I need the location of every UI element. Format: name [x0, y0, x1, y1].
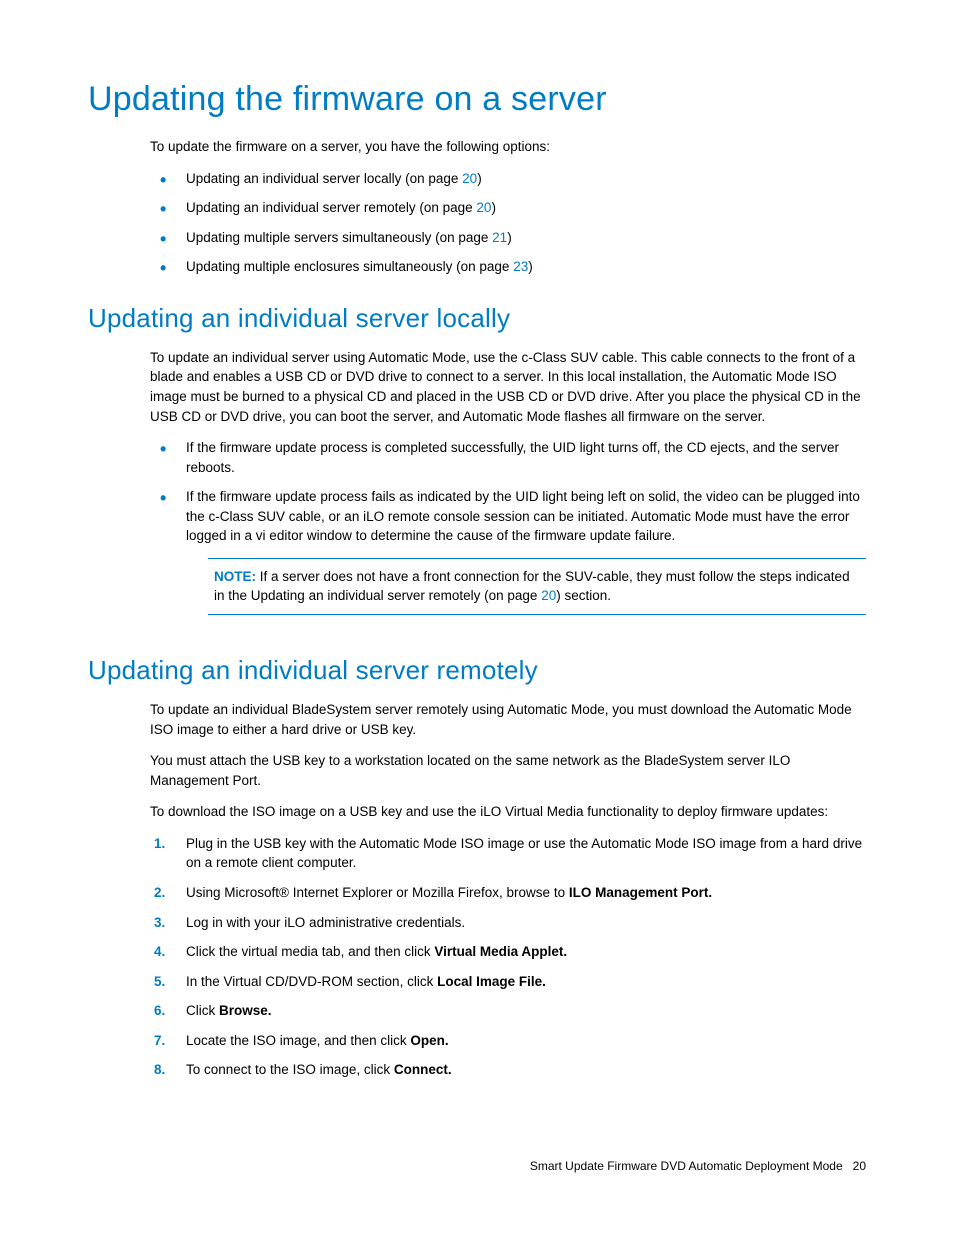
step-item: In the Virtual CD/DVD-ROM section, click…: [150, 972, 866, 992]
page-link[interactable]: 20: [541, 588, 556, 603]
step-text: Click the virtual media tab, and then cl…: [186, 944, 434, 959]
document-page: Updating the firmware on a server To upd…: [0, 0, 954, 1235]
step-item: Click the virtual media tab, and then cl…: [150, 942, 866, 962]
note-callout: NOTE: If a server does not have a front …: [208, 558, 866, 615]
note-text-post: ) section.: [556, 588, 611, 603]
step-text: In the Virtual CD/DVD-ROM section, click: [186, 974, 437, 989]
footer-page-number: 20: [853, 1159, 866, 1173]
section-heading-local: Updating an individual server locally: [88, 303, 866, 334]
li-text: Updating multiple servers simultaneously…: [186, 230, 492, 245]
page-title-h1: Updating the firmware on a server: [88, 80, 866, 119]
note-text-pre: If a server does not have a front connec…: [214, 569, 850, 604]
step-text: Log in with your iLO administrative cred…: [186, 915, 465, 930]
section-paragraph: To update an individual BladeSystem serv…: [150, 700, 866, 739]
page-footer: Smart Update Firmware DVD Automatic Depl…: [530, 1159, 866, 1173]
step-bold: Local Image File.: [437, 974, 546, 989]
list-item: Updating multiple enclosures simultaneou…: [150, 257, 866, 277]
li-text-post: ): [528, 259, 533, 274]
li-text-post: ): [477, 171, 482, 186]
step-bold: Virtual Media Applet.: [434, 944, 567, 959]
step-text: Using Microsoft® Internet Explorer or Mo…: [186, 885, 569, 900]
list-item: Updating an individual server remotely (…: [150, 198, 866, 218]
step-bold: ILO Management Port.: [569, 885, 712, 900]
list-item: Updating an individual server locally (o…: [150, 169, 866, 189]
step-bold: Open.: [410, 1033, 448, 1048]
page-link[interactable]: 21: [492, 230, 507, 245]
step-bold: Browse.: [219, 1003, 272, 1018]
li-text: Updating an individual server locally (o…: [186, 171, 462, 186]
li-text-post: ): [507, 230, 512, 245]
footer-text: Smart Update Firmware DVD Automatic Depl…: [530, 1159, 843, 1173]
steps-list: Plug in the USB key with the Automatic M…: [88, 834, 866, 1080]
section-paragraph: You must attach the USB key to a worksta…: [150, 751, 866, 790]
step-text: To connect to the ISO image, click: [186, 1062, 394, 1077]
result-list: If the firmware update process is comple…: [88, 438, 866, 546]
step-text: Click: [186, 1003, 219, 1018]
step-item: Click Browse.: [150, 1001, 866, 1021]
step-item: Log in with your iLO administrative cred…: [150, 913, 866, 933]
step-item: Plug in the USB key with the Automatic M…: [150, 834, 866, 873]
step-item: Locate the ISO image, and then click Ope…: [150, 1031, 866, 1051]
li-text: Updating an individual server remotely (…: [186, 200, 476, 215]
list-item: If the firmware update process fails as …: [150, 487, 866, 546]
section-heading-remote: Updating an individual server remotely: [88, 655, 866, 686]
step-bold: Connect.: [394, 1062, 452, 1077]
note-label: NOTE:: [214, 569, 256, 584]
li-text-post: ): [491, 200, 496, 215]
step-text: Locate the ISO image, and then click: [186, 1033, 410, 1048]
page-link[interactable]: 20: [462, 171, 477, 186]
list-item: If the firmware update process is comple…: [150, 438, 866, 477]
step-item: To connect to the ISO image, click Conne…: [150, 1060, 866, 1080]
page-link[interactable]: 23: [513, 259, 528, 274]
list-item: Updating multiple servers simultaneously…: [150, 228, 866, 248]
li-text: Updating multiple enclosures simultaneou…: [186, 259, 513, 274]
step-text: Plug in the USB key with the Automatic M…: [186, 836, 862, 871]
intro-paragraph: To update the firmware on a server, you …: [150, 137, 866, 157]
options-list: Updating an individual server locally (o…: [88, 169, 866, 277]
step-item: Using Microsoft® Internet Explorer or Mo…: [150, 883, 866, 903]
section-paragraph: To update an individual server using Aut…: [150, 348, 866, 426]
page-link[interactable]: 20: [476, 200, 491, 215]
section-paragraph: To download the ISO image on a USB key a…: [150, 802, 866, 822]
